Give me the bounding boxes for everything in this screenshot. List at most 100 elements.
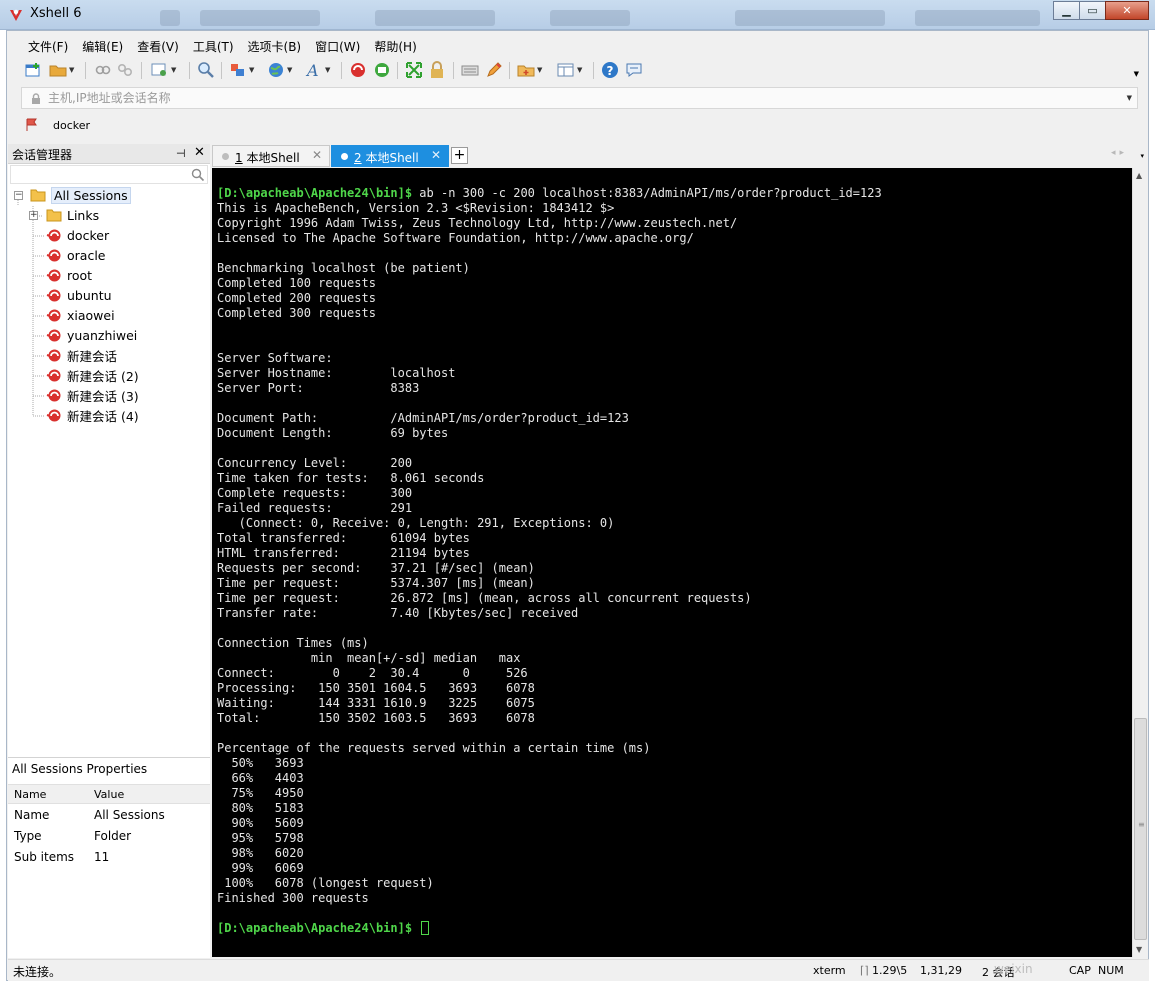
help-button[interactable]: ?	[601, 60, 619, 80]
tab-list-chevron-icon[interactable]: ▾	[1140, 152, 1144, 160]
tree-item-label: 新建会话 (3)	[67, 388, 139, 404]
menu-file[interactable]: 文件(F)	[21, 36, 75, 56]
layout-button[interactable]: ▼	[557, 60, 582, 80]
tree-item[interactable]: ubuntu	[46, 286, 112, 304]
tree-item[interactable]: 新建会话 (3)	[46, 386, 139, 404]
terminal-output[interactable]: [D:\apacheab\Apache24\bin]$ ab -n 300 -c…	[212, 168, 1132, 957]
transfer-button[interactable]: ▼	[229, 60, 254, 80]
session-properties-button[interactable]: ▼	[151, 60, 176, 80]
property-value: All Sessions	[94, 808, 165, 822]
terminal-line: Connect: 0 2 30.4 0 526	[217, 666, 882, 681]
globe-button[interactable]: ▼	[267, 60, 292, 80]
find-button[interactable]	[197, 60, 215, 80]
terminal-line: 95% 5798	[217, 831, 882, 846]
scroll-down-icon[interactable]: ▼	[1136, 945, 1142, 954]
terminal-line-text: Licensed to The Apache Software Foundati…	[217, 231, 694, 245]
scroll-up-icon[interactable]: ▲	[1136, 171, 1142, 180]
expand-icon[interactable]: +	[29, 211, 38, 220]
minimize-button[interactable]: ▁	[1053, 1, 1080, 20]
open-folder-button[interactable]: ▼	[49, 60, 74, 80]
terminal-scrollbar[interactable]: ▲ ≡ ▼	[1132, 168, 1148, 957]
tree-item[interactable]: oracle	[46, 246, 105, 264]
pin-icon[interactable]: ⊣	[176, 147, 186, 160]
scrollbar-thumb[interactable]: ≡	[1134, 718, 1147, 940]
address-input[interactable]	[48, 89, 1108, 107]
menu-edit[interactable]: 编辑(E)	[75, 36, 130, 56]
disconnect-button[interactable]	[117, 60, 133, 80]
title-bar[interactable]: Xshell 6 ▁ ▭ ✕	[0, 0, 1155, 30]
tab-label: 1 本地Shell	[235, 151, 300, 165]
add-tab-button[interactable]: +	[451, 147, 468, 164]
session-search-input[interactable]	[10, 165, 208, 184]
connect-button[interactable]	[95, 60, 111, 80]
xshell-button[interactable]	[349, 60, 367, 80]
tree-item[interactable]: yuanzhiwei	[46, 326, 137, 344]
terminal-line-text: 99% 6069	[217, 861, 304, 875]
terminal-line: Complete requests: 300	[217, 486, 882, 501]
keyboard-button[interactable]	[461, 60, 479, 80]
tab-close-icon[interactable]: ✕	[431, 148, 441, 162]
lock-icon	[32, 93, 40, 104]
terminal-line-text: min mean[+/-sd] median max	[217, 651, 521, 665]
tree-item[interactable]: 新建会话 (2)	[46, 366, 139, 384]
tree-item[interactable]: root	[46, 266, 92, 284]
status-bar: 未连接。 xterm ⌈⌉ 1.29\5 1,31,29 2 会话 CAP NU…	[8, 959, 1149, 981]
session-icon	[46, 227, 62, 243]
collapse-icon[interactable]: −	[14, 191, 23, 200]
terminal-line: Completed 100 requests	[217, 276, 882, 291]
tree-item[interactable]: 新建会话	[46, 346, 117, 364]
terminal-line-text	[412, 921, 419, 935]
terminal-line: Waiting: 144 3331 1610.9 3225 6075	[217, 696, 882, 711]
menu-help[interactable]: 帮助(H)	[367, 36, 423, 56]
terminal-line-text: Document Path: /AdminAPI/ms/order?produc…	[217, 411, 629, 425]
unlink-icon	[117, 63, 133, 77]
tree-item[interactable]: docker	[46, 226, 109, 244]
quick-command-docker[interactable]: docker	[53, 119, 90, 132]
close-panel-icon[interactable]: ✕	[194, 145, 205, 160]
terminal-line: Time taken for tests: 8.061 seconds	[217, 471, 882, 486]
tab-scroll-arrows[interactable]: ◂▸	[1111, 148, 1128, 158]
font-button[interactable]: A ▼	[305, 60, 330, 80]
tree-item[interactable]: Links	[46, 206, 99, 224]
terminal-line-text: Document Length: 69 bytes	[217, 426, 449, 440]
menu-tabs[interactable]: 选项卡(B)	[241, 36, 309, 56]
tab-close-icon[interactable]: ✕	[312, 148, 322, 162]
fullscreen-button[interactable]	[405, 60, 423, 80]
terminal-line-text: Transfer rate: 7.40 [Kbytes/sec] receive…	[217, 606, 579, 620]
maximize-button[interactable]: ▭	[1079, 1, 1106, 20]
tree-item-label: oracle	[67, 247, 106, 263]
menu-view[interactable]: 查看(V)	[130, 36, 186, 56]
terminal-line: Copyright 1996 Adam Twiss, Zeus Technolo…	[217, 216, 882, 231]
chevron-down-icon[interactable]: ▼	[1127, 94, 1132, 102]
caps-lock-indicator: CAP	[1069, 964, 1091, 977]
tree-root-all-sessions[interactable]: All Sessions	[30, 186, 131, 204]
terminal-line-text: Connection Times (ms)	[217, 636, 369, 650]
tree-item[interactable]: 新建会话 (4)	[46, 406, 139, 424]
menu-window[interactable]: 窗口(W)	[308, 36, 367, 56]
properties-panel: All Sessions Properties Name Value Name …	[8, 757, 210, 957]
feedback-button[interactable]	[625, 60, 643, 80]
svg-text:?: ?	[607, 64, 614, 78]
toolbar-overflow-icon[interactable]: ▼	[1134, 70, 1139, 78]
terminal-line-text: 66% 4403	[217, 771, 304, 785]
tab-local-shell-2[interactable]: 2 本地Shell ✕	[331, 145, 449, 167]
property-row: Sub items 11	[8, 848, 210, 868]
menu-tools[interactable]: 工具(T)	[186, 36, 241, 56]
new-folder-button[interactable]: ▼	[517, 60, 542, 80]
new-session-button[interactable]	[25, 60, 41, 80]
tree-item[interactable]: xiaowei	[46, 306, 115, 324]
folder-icon	[46, 207, 62, 223]
window-controls: ▁ ▭ ✕	[1053, 1, 1149, 20]
lock-button[interactable]	[429, 60, 445, 80]
address-bar: ▼	[21, 87, 1138, 109]
terminal-line-text: Completed 200 requests	[217, 291, 376, 305]
highlight-button[interactable]	[485, 60, 503, 80]
property-key: Type	[14, 829, 42, 843]
tree-item-label: 新建会话 (2)	[67, 368, 139, 384]
folder-icon	[30, 187, 46, 203]
svg-text:A: A	[305, 61, 319, 79]
xftp-button[interactable]	[373, 60, 391, 80]
close-button[interactable]: ✕	[1105, 1, 1149, 20]
tree-item-label: yuanzhiwei	[67, 327, 138, 343]
tab-local-shell-1[interactable]: 1 本地Shell ✕	[212, 145, 330, 167]
